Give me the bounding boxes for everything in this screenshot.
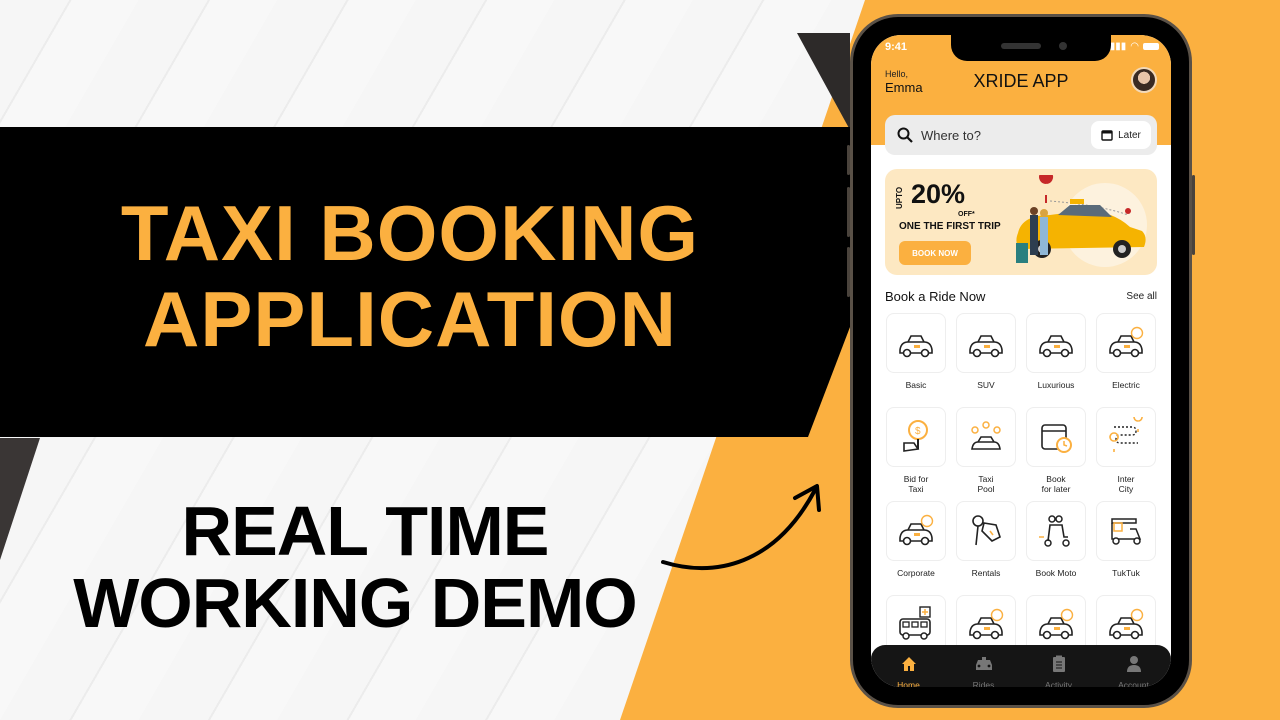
user-icon (1126, 655, 1142, 675)
service-tile[interactable]: Electric (1095, 313, 1157, 407)
phone-power-button (1192, 175, 1195, 255)
nav-item-home[interactable]: Home (879, 655, 939, 687)
svg-text:$: $ (915, 426, 921, 437)
service-tile[interactable]: Rentals (955, 501, 1017, 595)
bid-icon: $ (886, 407, 946, 467)
service-tile[interactable]: Luxurious (1025, 313, 1087, 407)
service-label: Corporate (897, 568, 935, 578)
home-icon (900, 655, 918, 675)
service-label: Basic (905, 380, 927, 390)
service-tile[interactable]: Inter City (1095, 407, 1157, 501)
wifi-icon: ◠ (1130, 41, 1139, 52)
headline: TAXI BOOKING APPLICATION (0, 190, 820, 362)
route-icon (1096, 407, 1156, 467)
service-tile[interactable]: SUV (955, 313, 1017, 407)
service-grid: Basic SUV Luxurious Electric $ Bid for Taxi Ta… (885, 313, 1157, 687)
key-icon (956, 501, 1016, 561)
service-tile[interactable]: $ Bid for Taxi (885, 407, 947, 501)
service-label: SUV (977, 380, 995, 390)
suv-icon (956, 313, 1016, 373)
tuktuk-icon (1096, 501, 1156, 561)
promo-upto: UPTO (895, 186, 904, 209)
car-icon (974, 655, 994, 675)
headline-line-2: APPLICATION (143, 275, 677, 363)
nav-item-account[interactable]: Account (1104, 655, 1164, 687)
later-button[interactable]: Later (1091, 121, 1151, 149)
scooter-icon (1026, 501, 1086, 561)
service-label: Rentals (971, 568, 1001, 578)
phone-notch (951, 35, 1111, 61)
nav-label: Home (897, 680, 920, 687)
taxi-illustration (1016, 175, 1147, 267)
nav-item-rides[interactable]: Rides (954, 655, 1014, 687)
nav-label: Activity (1045, 680, 1072, 687)
phone-side-button (847, 145, 850, 175)
status-time: 9:41 (885, 41, 908, 53)
see-all-link[interactable]: See all (1126, 291, 1157, 302)
status-icons: ▮▮▮ ◠ (1110, 41, 1159, 52)
service-label: Inter City (1117, 474, 1135, 494)
schedule-icon (1026, 407, 1086, 467)
subheadline-line-1: REAL TIME (181, 492, 550, 570)
nav-label: Account (1118, 680, 1149, 687)
phone-side-button (847, 187, 850, 237)
service-label: TukTuk (1112, 568, 1140, 578)
sports-car-icon (1026, 313, 1086, 373)
calendar-icon (1101, 130, 1113, 141)
phone-mockup: 9:41 ▮▮▮ ◠ Hello, Emma XRIDE APP Where t… (847, 14, 1195, 708)
service-tile[interactable]: Book for later (1025, 407, 1087, 501)
subheadline-line-2: WORKING DEMO (73, 564, 638, 642)
service-label: Electric (1112, 380, 1140, 390)
signal-icon: ▮▮▮ (1109, 41, 1127, 52)
headline-line-1: TAXI BOOKING (120, 189, 700, 277)
app-title: XRIDE APP (973, 71, 1069, 91)
thumbnail: TAXI BOOKING APPLICATION REAL TIME WORKI… (0, 0, 1280, 720)
service-label: Luxurious (1037, 380, 1075, 390)
book-now-button[interactable]: BOOK NOW (899, 241, 971, 265)
avatar[interactable] (1131, 67, 1157, 93)
promo-subtitle: ONE THE FIRST TRIP (899, 221, 1001, 232)
electric-car-icon (1096, 313, 1156, 373)
battery-icon (1143, 43, 1159, 50)
service-tile[interactable]: Basic (885, 313, 947, 407)
service-label: Bid for Taxi (903, 474, 929, 494)
service-tile[interactable]: Corporate (885, 501, 947, 595)
pool-icon (956, 407, 1016, 467)
promo-off: OFF* (958, 211, 975, 218)
taxi-icon (886, 313, 946, 373)
service-tile[interactable]: Book Moto (1025, 501, 1087, 595)
app-screen: 9:41 ▮▮▮ ◠ Hello, Emma XRIDE APP Where t… (871, 35, 1171, 687)
corporate-taxi-icon (886, 501, 946, 561)
arrow-icon (661, 484, 821, 570)
clipboard-icon (1051, 655, 1067, 675)
subheadline: REAL TIME WORKING DEMO (40, 495, 670, 639)
promo-percent: 20% (911, 179, 966, 209)
service-label: Book for later (1041, 474, 1071, 494)
later-label: Later (1118, 129, 1141, 141)
search-icon (897, 127, 913, 143)
service-tile[interactable]: Taxi Pool (955, 407, 1017, 501)
section-title: Book a Ride Now (885, 289, 986, 304)
service-tile[interactable]: TukTuk (1095, 501, 1157, 595)
nav-label: Rides (972, 680, 995, 687)
service-label: Taxi Pool (977, 474, 995, 494)
nav-item-activity[interactable]: Activity (1029, 655, 1089, 687)
bottom-nav: Home Rides Activity Account (871, 645, 1171, 687)
phone-side-button (847, 247, 850, 297)
search-placeholder: Where to? (921, 127, 981, 143)
promo-banner[interactable]: UPTO 20% OFF* ONE THE FIRST TRIP BOOK NO… (885, 169, 1157, 275)
search-input[interactable]: Where to? Later (885, 115, 1157, 155)
service-label: Book Moto (1035, 568, 1077, 578)
